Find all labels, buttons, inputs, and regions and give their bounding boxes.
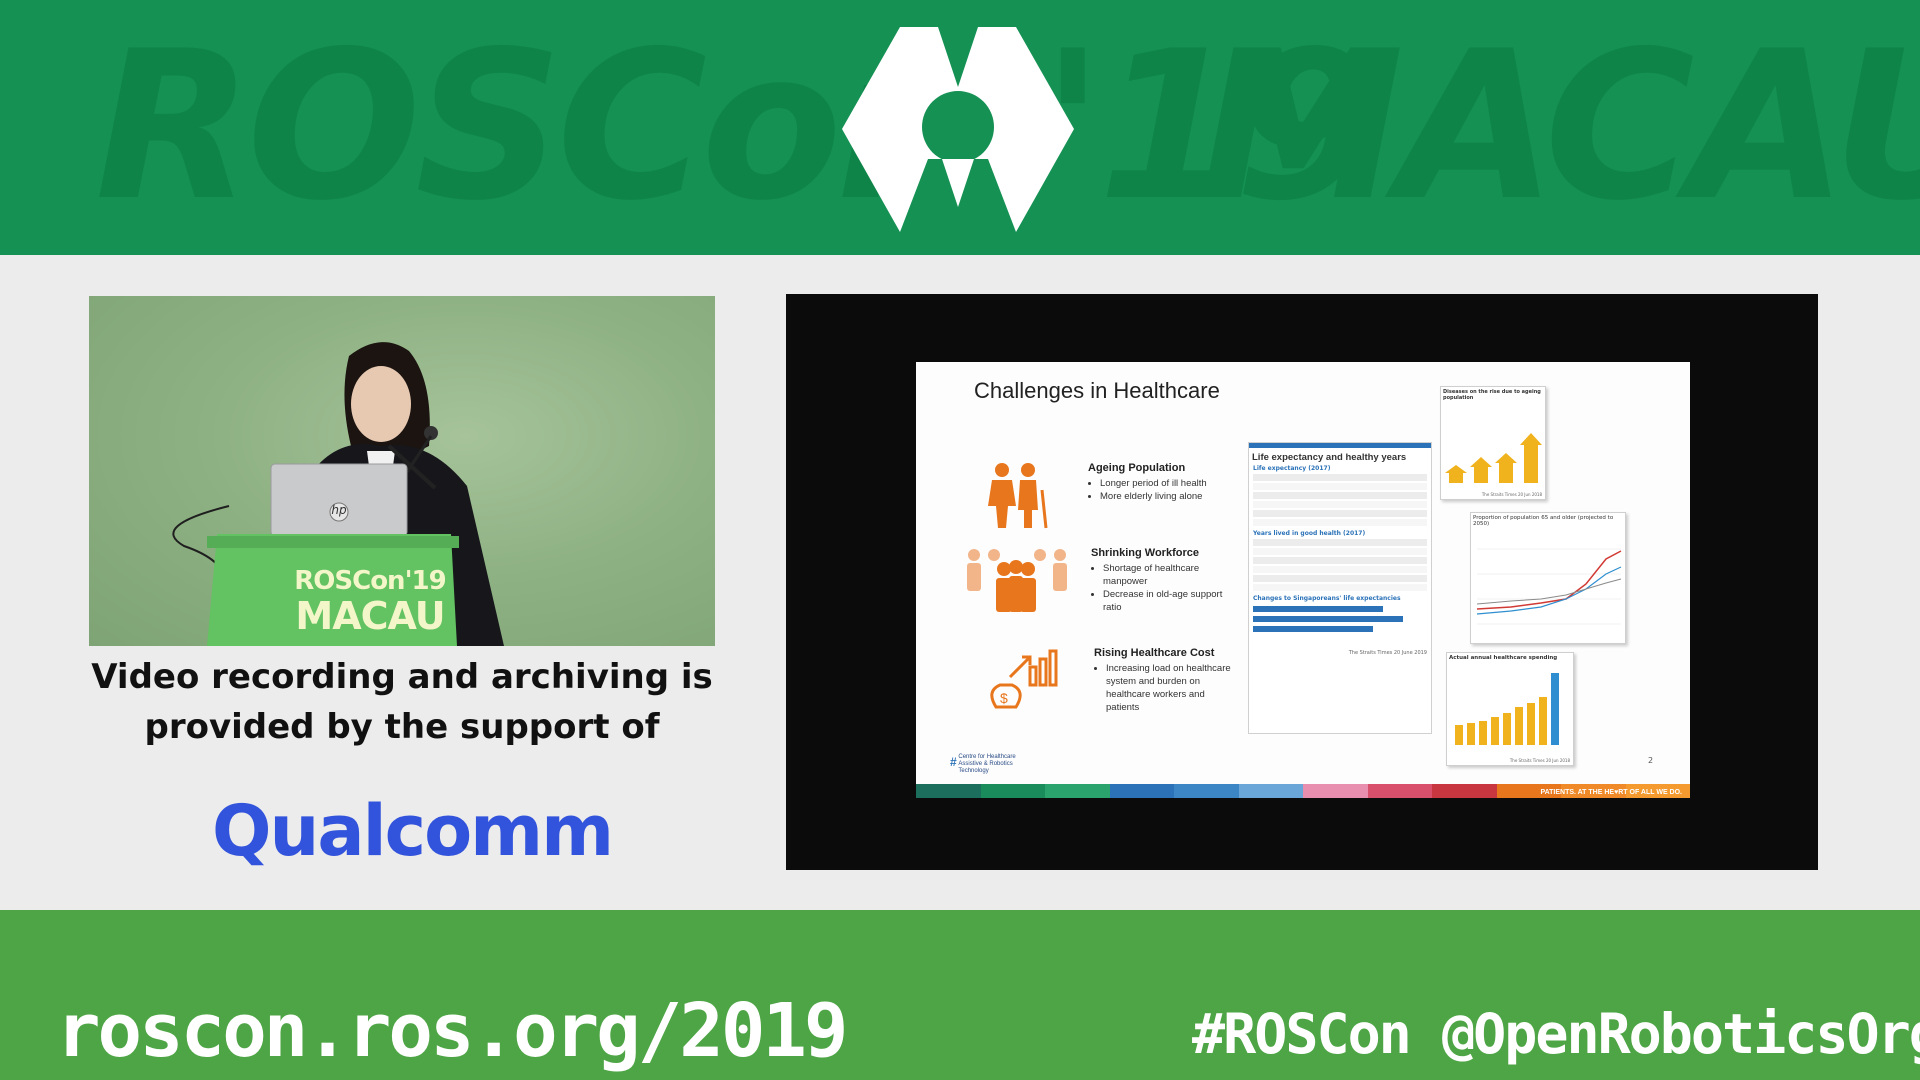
bullet: Longer period of ill health <box>1100 477 1238 490</box>
org-logo: # Centre for Healthcare Assistive & Robo… <box>950 754 1036 775</box>
section-heading: Rising Healthcare Cost <box>1094 647 1215 659</box>
table-source: The Straits Times 20 June 2019 <box>1348 650 1427 656</box>
mini-chart-title: Diseases on the rise due to ageing popul… <box>1443 389 1541 401</box>
section-heading: Ageing Population <box>1088 462 1186 474</box>
healthcare-spending-chart-image: Actual annual healthcare spending The St… <box>1446 652 1574 766</box>
population-chart-image: Proportion of population 65 and older (p… <box>1470 512 1626 644</box>
slide-title: Challenges in Healthcare <box>974 378 1220 403</box>
conference-url[interactable]: roscon.ros.org/2019 <box>56 988 848 1074</box>
mini-chart-title: Actual annual healthcare spending <box>1449 655 1558 661</box>
bullet: Decrease in old-age support ratio <box>1103 588 1241 614</box>
sponsor-caption: Video recording and archiving is provide… <box>89 652 715 752</box>
mini-chart-title: Proportion of population 65 and older (p… <box>1473 515 1614 527</box>
bullet: Shortage of healthcare manpower <box>1103 562 1241 588</box>
elderly-couple-icon <box>988 463 1048 529</box>
section-rising-healthcare-cost: Rising Healthcare Cost Increasing load o… <box>1094 647 1234 714</box>
table-subtitle: Changes to Singaporeans' life expectanci… <box>1253 595 1401 602</box>
caption-line-2: provided by the support of <box>144 707 660 747</box>
org-name: Centre for Healthcare Assistive & Roboti… <box>958 754 1016 774</box>
slide-page-number: 2 <box>1648 756 1654 765</box>
sponsor-logo: Qualcomm <box>212 790 614 872</box>
caption-line-1: Video recording and archiving is <box>91 657 713 697</box>
speaker-video: ROSCon'19 MACAU hp <box>89 296 715 646</box>
bottom-banner: roscon.ros.org/2019 #ROSCon @OpenRobotic… <box>0 910 1920 1080</box>
podium-sign-line1: ROSCon'19 <box>294 566 446 596</box>
presentation-slide: Challenges in Healthcare $ Ageing Popula… <box>916 362 1690 798</box>
laptop-brand-logo: hp <box>331 503 347 517</box>
banner-background-title: ROSCon '19 <box>95 8 1377 246</box>
rising-cost-chart-icon: $ <box>990 649 1058 709</box>
slide-footer-tagline: PATIENTS. AT THE HE♥RT OF ALL WE DO. <box>1540 789 1682 796</box>
workforce-people-icon <box>967 549 1067 612</box>
section-heading: Shrinking Workforce <box>1091 547 1199 559</box>
table-panel-title: Life expectancy and healthy years <box>1252 452 1407 463</box>
conference-hashtag[interactable]: #ROSCon <box>1192 1002 1412 1066</box>
banner-background-location: MACAU <box>1200 8 1920 246</box>
table-subtitle: Years lived in good health (2017) <box>1253 530 1366 537</box>
bullet: More elderly living alone <box>1100 490 1238 503</box>
ros-hexagon-logo-icon <box>842 27 1074 232</box>
section-shrinking-workforce: Shrinking Workforce Shortage of healthca… <box>1091 547 1241 614</box>
twitter-handle[interactable]: @OpenRoboticsOrg <box>1442 1002 1920 1066</box>
mini-chart-source: The Straits Times 20 Jun 2018 <box>1481 492 1542 497</box>
table-subtitle: Life expectancy (2017) <box>1253 465 1331 472</box>
top-banner: ROSCon '19 MACAU <box>0 0 1920 255</box>
mini-chart-source: The Straits Times 20 Jun 2018 <box>1509 758 1570 763</box>
life-expectancy-table-image: Life expectancy and healthy years Life e… <box>1248 442 1432 734</box>
svg-text:$: $ <box>1000 690 1008 706</box>
podium-sign-line2: MACAU <box>295 594 445 638</box>
section-ageing-population: Ageing Population Longer period of ill h… <box>1088 462 1238 503</box>
bullet: Increasing load on healthcare system and… <box>1106 662 1234 714</box>
diseases-chart-image: Diseases on the rise due to ageing popul… <box>1440 386 1546 500</box>
